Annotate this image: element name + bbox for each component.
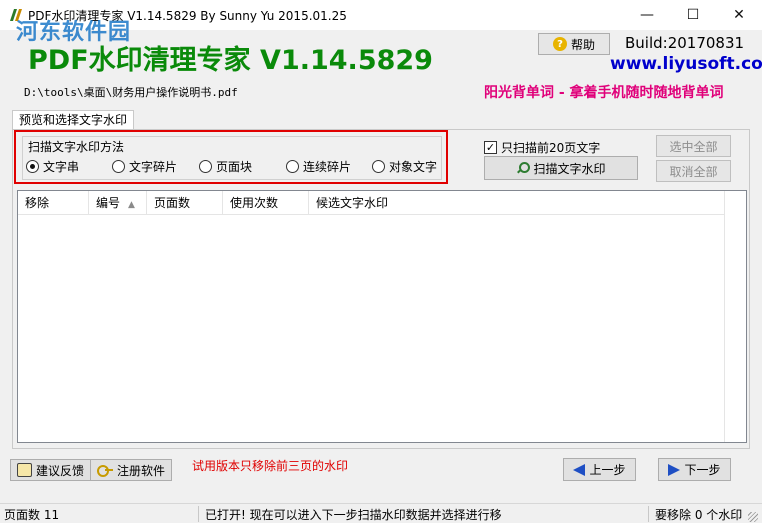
status-remove-count: 要移除 0 个水印 [655,508,743,522]
radio-indicator [199,160,212,173]
close-button[interactable]: ✕ [716,0,762,30]
radio-label: 连续碎片 [303,160,352,174]
prev-step-label: 上一步 [589,463,626,477]
column-page-count-label: 页面数 [154,196,191,210]
watermark-list[interactable]: 移除 编号 ▲ 页面数 使用次数 候选文字水印 [17,190,747,443]
tab-preview-select[interactable]: 预览和选择文字水印 [12,110,135,130]
radio-label: 文字碎片 [129,160,178,174]
radio-indicator [372,160,385,173]
deselect-all-button[interactable]: 取消全部 [656,160,731,182]
radio-object-text[interactable]: 对象文字 [372,158,437,175]
column-remove[interactable]: 移除 [18,191,89,215]
checkbox-label: 只扫描前20页文字 [501,141,601,155]
help-button[interactable]: ? 帮助 [538,33,610,55]
trial-notice: 试用版本只移除前三页的水印 [192,459,349,473]
sort-ascending-icon: ▲ [128,200,135,210]
select-all-button[interactable]: 选中全部 [656,135,731,157]
scan-first20-checkbox[interactable]: ✓ 只扫描前20页文字 [484,139,600,156]
feedback-icon [17,463,32,477]
column-use-count[interactable]: 使用次数 [223,191,309,215]
scan-method-title: 扫描文字水印方法 [26,138,127,155]
feedback-label: 建议反馈 [36,463,85,478]
arrow-right-icon [668,463,681,476]
radio-label: 对象文字 [389,160,438,174]
column-use-count-label: 使用次数 [230,196,279,210]
register-label: 注册软件 [117,463,166,478]
column-remove-label: 移除 [25,196,50,210]
list-header: 移除 编号 ▲ 页面数 使用次数 候选文字水印 [18,191,724,215]
next-step-button[interactable]: 下一步 [658,458,731,481]
resize-grip[interactable] [748,512,758,522]
column-number[interactable]: 编号 ▲ [89,191,147,215]
status-bar: 页面数 11 已打开! 现在可以进入下一步扫描水印数据并选择进行移 要移除 0 … [0,503,762,523]
radio-label: 页面块 [216,160,253,174]
checkbox-indicator: ✓ [484,141,497,154]
radio-continuous-fragment[interactable]: 连续碎片 [286,158,351,175]
radio-indicator [26,160,39,173]
radio-text-fragment[interactable]: 文字碎片 [112,158,177,175]
status-divider [648,506,649,522]
column-candidate-label: 候选文字水印 [316,196,389,210]
column-divider [724,191,725,442]
status-message: 已打开! 现在可以进入下一步扫描水印数据并选择进行移 [205,508,502,522]
file-path: D:\tools\桌面\财务用户操作说明书.pdf [24,86,238,99]
maximize-button[interactable]: ☐ [670,0,716,30]
key-icon [97,463,113,477]
arrow-left-icon [573,463,586,476]
minimize-button[interactable]: — [624,0,670,30]
column-number-label: 编号 [96,196,121,210]
app-title: PDF水印清理专家 V1.14.5829 [28,45,433,76]
help-icon: ? [552,37,567,51]
radio-label: 文字串 [43,160,80,174]
scan-watermark-button[interactable]: 扫描文字水印 [484,156,638,180]
radio-page-block[interactable]: 页面块 [199,158,252,175]
column-candidate[interactable]: 候选文字水印 [309,191,724,215]
radio-text-string[interactable]: 文字串 [26,158,79,175]
promo-link[interactable]: 阳光背单词 - 拿着手机随时随地背单词 [484,82,724,102]
prev-step-button[interactable]: 上一步 [563,458,636,481]
build-number: Build:20170831 [625,34,745,52]
next-step-label: 下一步 [684,463,721,477]
radio-indicator [286,160,299,173]
status-divider [198,506,199,522]
magnifier-icon [516,162,531,174]
register-button[interactable]: 注册软件 [90,459,173,481]
scan-method-highlight: 扫描文字水印方法 文字串 文字碎片 页面块 连续碎片 对象文字 [14,130,448,184]
scan-watermark-label: 扫描文字水印 [533,161,606,176]
help-label: 帮助 [570,37,595,52]
column-page-count[interactable]: 页面数 [147,191,223,215]
website-link[interactable]: www.liyusoft.com [610,54,762,74]
status-page-count: 页面数 11 [4,508,60,522]
radio-indicator [112,160,125,173]
feedback-button[interactable]: 建议反馈 [10,459,92,481]
